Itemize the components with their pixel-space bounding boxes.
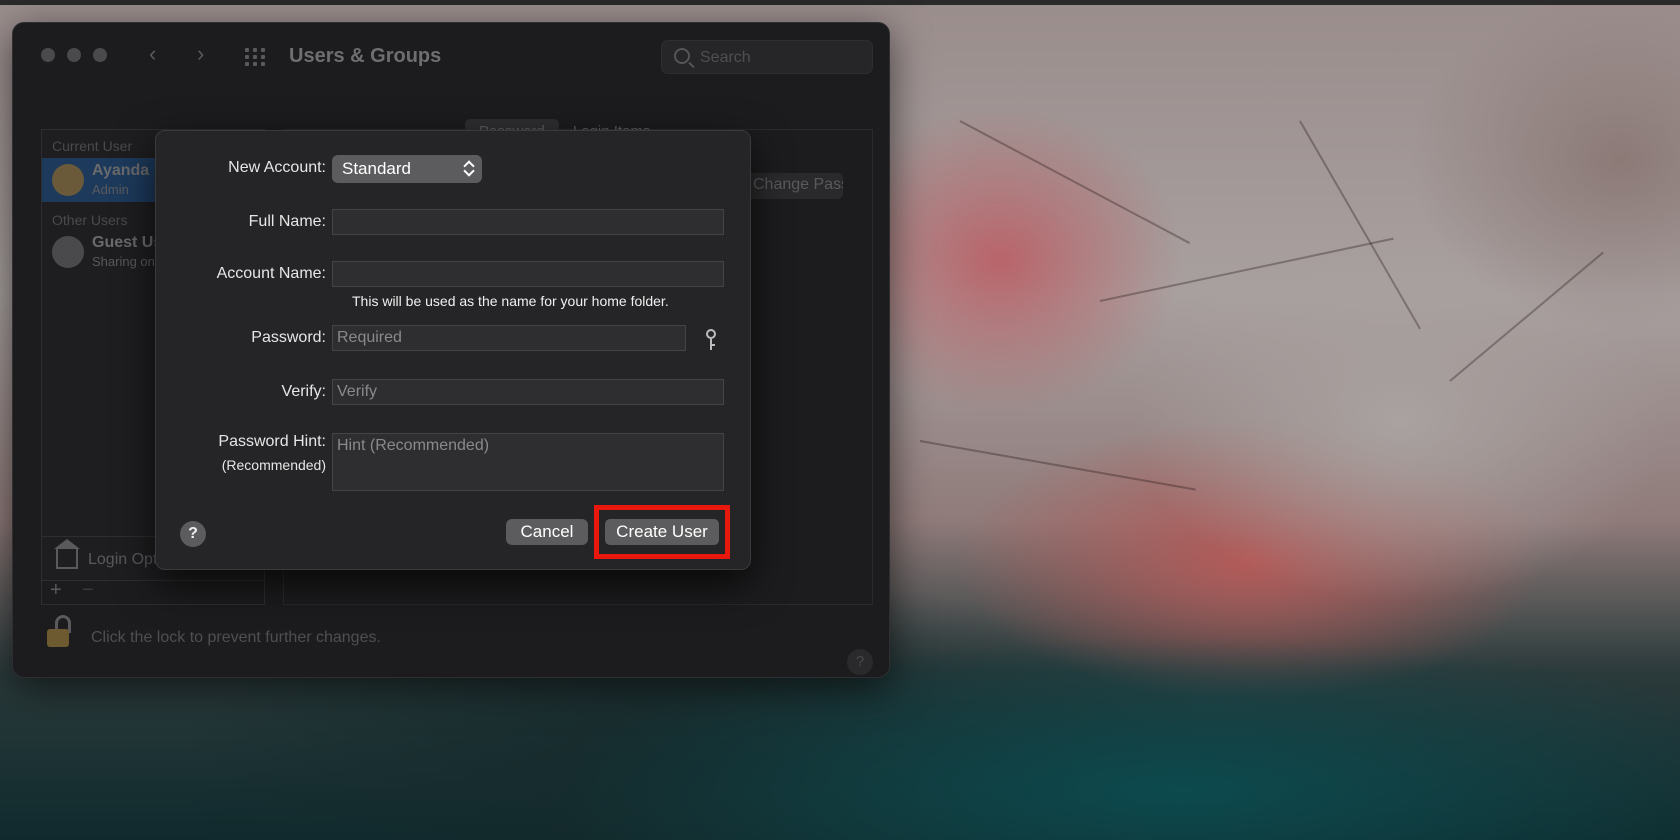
password-hint-label: Password Hint: xyxy=(218,433,326,450)
add-user-button[interactable]: + xyxy=(50,579,62,602)
create-user-button[interactable]: Create User xyxy=(605,519,719,545)
password-hint-sublabel: (Recommended) xyxy=(221,457,326,473)
chevron-updown-icon xyxy=(464,160,474,176)
sidebar-add-remove-bar: + − xyxy=(41,579,265,605)
window-toolbar: ‹ › Users & Groups Search xyxy=(13,23,889,91)
remove-user-button[interactable]: − xyxy=(82,579,94,602)
window-title: Users & Groups xyxy=(289,45,442,67)
verify-label: Verify: xyxy=(281,383,326,400)
minimize-window-button[interactable] xyxy=(67,48,81,62)
wallpaper-crack xyxy=(919,440,1196,491)
guest-avatar-icon xyxy=(52,236,84,268)
user-sub: Sharing only xyxy=(92,254,165,269)
forward-chevron-icon[interactable]: › xyxy=(197,41,204,67)
password-hint-field[interactable]: Hint (Recommended) xyxy=(332,433,724,491)
current-user-heading: Current User xyxy=(52,138,133,154)
new-account-label: New Account: xyxy=(228,159,326,176)
user-name: Ayanda xyxy=(92,162,150,179)
account-type-popup[interactable]: Standard xyxy=(332,155,482,183)
wallpaper-crack xyxy=(1299,120,1421,330)
account-name-field[interactable] xyxy=(332,261,724,287)
account-name-hint: This will be used as the name for your h… xyxy=(352,293,669,309)
window-help-button[interactable]: ? xyxy=(847,649,873,675)
account-name-label: Account Name: xyxy=(216,265,326,282)
key-icon[interactable] xyxy=(704,329,718,351)
password-label: Password: xyxy=(251,329,326,346)
other-users-heading: Other Users xyxy=(52,212,128,228)
wallpaper-crack xyxy=(959,120,1191,244)
house-icon xyxy=(54,539,80,569)
show-all-grid-icon[interactable] xyxy=(245,48,267,66)
new-account-sheet: New Account: Standard Full Name: Account… xyxy=(155,130,751,570)
lock-icon[interactable] xyxy=(47,615,71,647)
search-placeholder: Search xyxy=(700,49,751,66)
zoom-window-button[interactable] xyxy=(93,48,107,62)
search-input[interactable]: Search xyxy=(661,40,873,74)
sheet-help-button[interactable]: ? xyxy=(180,521,206,547)
password-field[interactable]: Required xyxy=(332,325,686,351)
full-name-label: Full Name: xyxy=(248,213,326,230)
account-type-value: Standard xyxy=(342,159,411,178)
user-role: Admin xyxy=(92,182,129,197)
wallpaper-crack xyxy=(1449,251,1604,382)
change-password-button[interactable]: Change Password... xyxy=(743,173,843,199)
full-name-field[interactable] xyxy=(332,209,724,235)
wallpaper-crack xyxy=(1099,237,1394,302)
verify-field[interactable]: Verify xyxy=(332,379,724,405)
back-chevron-icon[interactable]: ‹ xyxy=(149,41,156,67)
search-icon xyxy=(674,48,690,64)
avatar xyxy=(52,164,84,196)
cancel-button[interactable]: Cancel xyxy=(506,519,588,545)
lock-text: Click the lock to prevent further change… xyxy=(91,629,381,646)
desktop-top-strip xyxy=(0,0,1680,5)
close-window-button[interactable] xyxy=(41,48,55,62)
